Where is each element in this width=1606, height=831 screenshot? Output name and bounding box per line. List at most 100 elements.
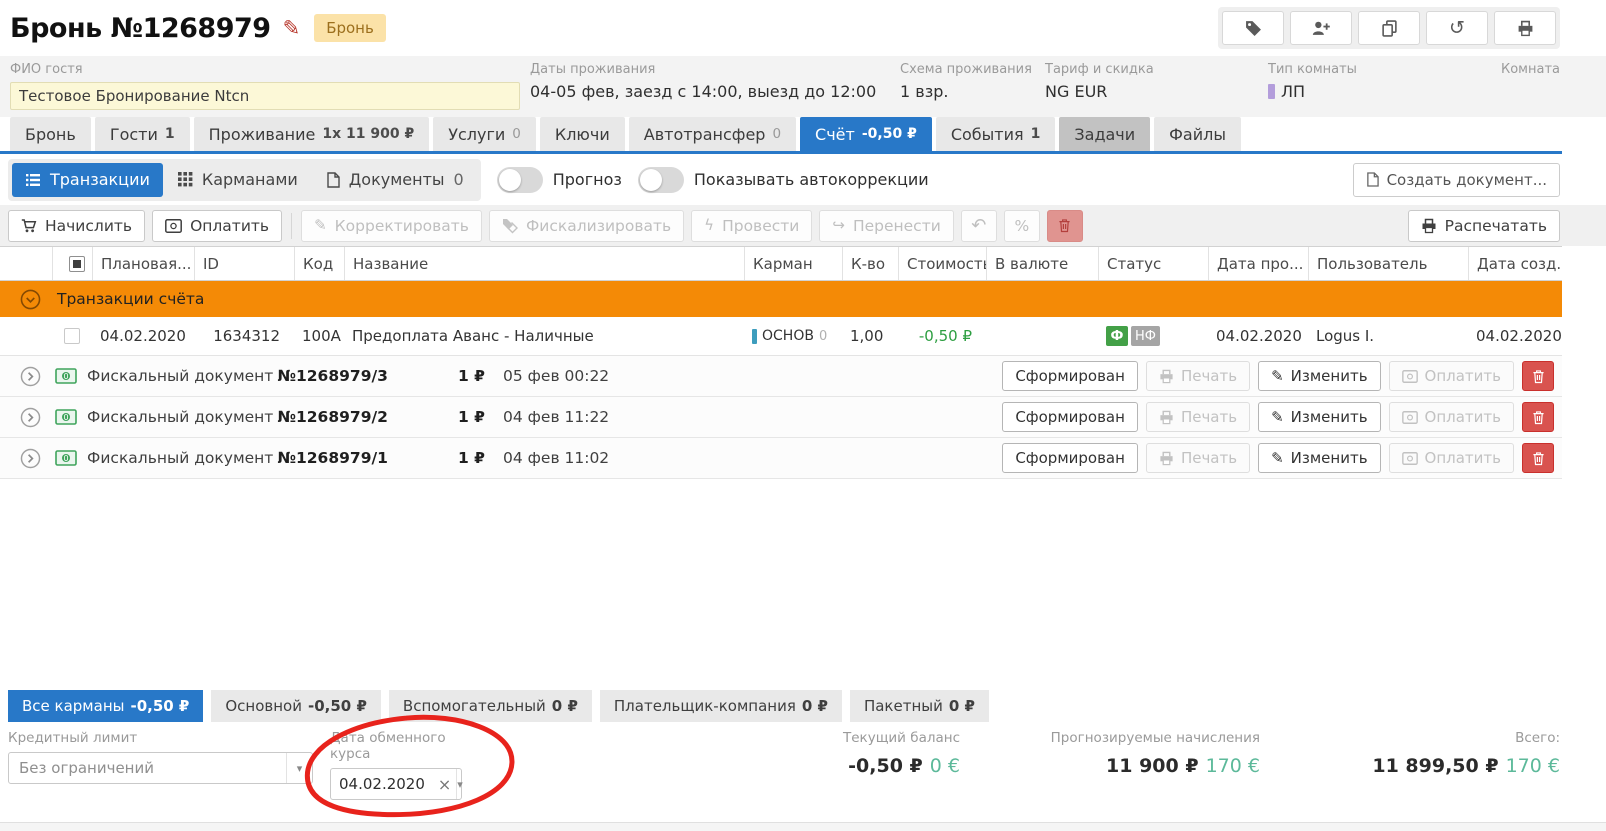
guest-name-input[interactable] [10, 82, 520, 110]
transaction-row[interactable]: 04.02.2020 1634312 100A Предоплата Аванс… [0, 317, 1562, 356]
pocket-tab-all[interactable]: Все карманы-0,50 ₽ [8, 690, 203, 722]
autocorrections-toggle[interactable] [638, 167, 684, 193]
print-doc-button[interactable]: Печать [1146, 361, 1250, 391]
add-guest-button[interactable] [1290, 11, 1352, 45]
percent-button[interactable]: % [1004, 210, 1040, 242]
pencil-icon: ✎ [1271, 367, 1284, 385]
expand-document-icon[interactable] [20, 407, 41, 428]
account-transactions-group-row[interactable]: Транзакции счёта [0, 281, 1562, 317]
expand-document-icon[interactable] [20, 366, 41, 387]
print-doc-button[interactable]: Печать [1146, 443, 1250, 473]
tab-account[interactable]: Счёт-0,50 ₽ [800, 117, 932, 151]
tab-keys[interactable]: Ключи [540, 117, 625, 151]
credit-limit-label: Кредитный лимит [8, 730, 313, 746]
column-code[interactable]: Код [294, 247, 344, 280]
select-all-checkbox[interactable] [52, 247, 92, 280]
column-qty[interactable]: К-во [842, 247, 898, 280]
column-id[interactable]: ID [194, 247, 294, 280]
cell-user: Logus I. [1308, 327, 1468, 345]
pocket-tab-auxiliary[interactable]: Вспомогательный0 ₽ [389, 690, 592, 722]
print-invoice-button[interactable]: Распечатать [1408, 210, 1560, 242]
fiscal-doc-number: №1268979/3 [277, 367, 388, 385]
delete-doc-button[interactable] [1522, 443, 1554, 473]
print-doc-button[interactable]: Печать [1146, 402, 1250, 432]
print-button[interactable] [1494, 11, 1556, 45]
total-label: Всего: [1290, 730, 1560, 746]
delete-doc-button[interactable] [1522, 361, 1554, 391]
column-pocket[interactable]: Карман [744, 247, 842, 280]
status-formed-button[interactable]: Сформирован [1002, 361, 1138, 391]
cell-code: 100A [294, 327, 344, 345]
column-created-date[interactable]: Дата созд... [1468, 247, 1562, 280]
charge-button[interactable]: Начислить [8, 210, 145, 242]
svg-text:0: 0 [63, 413, 68, 422]
printer-icon [1159, 451, 1174, 466]
current-balance-label: Текущий баланс [720, 730, 960, 746]
pay-doc-button[interactable]: Оплатить [1389, 402, 1514, 432]
edit-doc-button[interactable]: ✎Изменить [1258, 402, 1380, 432]
view-transactions-button[interactable]: Транзакции [12, 163, 163, 197]
copy-booking-button[interactable] [1358, 11, 1420, 45]
column-currency[interactable]: В валюте [986, 247, 1098, 280]
fiscalize-button[interactable]: Фискализировать [489, 210, 684, 242]
row-checkbox[interactable] [64, 328, 80, 344]
tab-events[interactable]: События1 [936, 117, 1056, 151]
exchange-rate-date-field[interactable]: 04.02.2020 × ▾ [330, 768, 462, 800]
column-planned-date[interactable]: Плановая... [92, 247, 194, 280]
pocket-tab-payer-company[interactable]: Плательщик-компания0 ₽ [600, 690, 842, 722]
chevron-down-icon[interactable]: ▾ [286, 753, 312, 783]
delete-doc-button[interactable] [1522, 402, 1554, 432]
chevron-down-icon[interactable]: ▾ [456, 769, 463, 799]
view-documents-button[interactable]: Документы0 [313, 163, 477, 197]
cell-name: Предоплата Аванс - Наличные [344, 327, 744, 345]
edit-title-icon[interactable]: ✎ [283, 16, 301, 40]
tab-autotransfer[interactable]: Автотрансфер0 [629, 117, 796, 151]
tab-services[interactable]: Услуги0 [433, 117, 536, 151]
column-cost[interactable]: Стоимость [898, 247, 986, 280]
clear-date-icon[interactable]: × [433, 775, 456, 794]
fiscal-doc-datetime: 04 фев 11:02 [503, 449, 609, 467]
account-summary-bar: Кредитный лимит Без ограничений ▾ Дата о… [0, 722, 1606, 822]
view-pockets-button[interactable]: Карманами [165, 163, 311, 197]
tags-icon [502, 218, 518, 234]
tab-files[interactable]: Файлы [1154, 117, 1241, 151]
collapse-group-icon[interactable] [20, 289, 41, 310]
booking-info-bar: ФИО гостя Даты проживания 04-05 фев, зае… [0, 56, 1606, 117]
forecast-toggle[interactable] [497, 167, 543, 193]
pencil-icon: ✎ [1271, 408, 1284, 426]
transfer-button[interactable]: ↪Перенести [819, 210, 953, 242]
tab-booking[interactable]: Бронь [10, 117, 91, 151]
edit-doc-button[interactable]: ✎Изменить [1258, 361, 1380, 391]
column-status[interactable]: Статус [1098, 247, 1208, 280]
pay-button[interactable]: Оплатить [152, 210, 282, 242]
tags-button[interactable] [1222, 11, 1284, 45]
pocket-tab-main[interactable]: Основной-0,50 ₽ [211, 690, 381, 722]
credit-limit-select[interactable]: Без ограничений ▾ [8, 752, 313, 784]
tab-guests[interactable]: Гости1 [95, 117, 190, 151]
column-user[interactable]: Пользователь [1308, 247, 1468, 280]
column-name[interactable]: Название [344, 247, 744, 280]
expand-document-icon[interactable] [20, 448, 41, 469]
history-button[interactable]: ↺ [1426, 11, 1488, 45]
tariff-label: Тариф и скидка [1045, 62, 1268, 77]
pocket-tab-package[interactable]: Пакетный0 ₽ [850, 690, 989, 722]
tab-stay[interactable]: Проживание1х 11 900 ₽ [194, 117, 430, 151]
svg-text:0: 0 [63, 372, 68, 381]
delete-transaction-button[interactable] [1047, 210, 1083, 242]
correct-button[interactable]: ✎Корректировать [301, 210, 482, 242]
status-formed-button[interactable]: Сформирован [1002, 443, 1138, 473]
cell-pocket-count: 0 [819, 329, 827, 344]
edit-doc-button[interactable]: ✎Изменить [1258, 443, 1380, 473]
banknote-icon [1402, 452, 1418, 465]
tab-tasks[interactable]: Задачи [1059, 117, 1150, 151]
occupancy-value: 1 взр. [900, 82, 1045, 101]
column-posted-date[interactable]: Дата про... [1208, 247, 1308, 280]
forecast-charges-eur: 170 € [1206, 755, 1260, 777]
undo-button[interactable]: ↶ [961, 210, 997, 242]
pay-doc-button[interactable]: Оплатить [1389, 361, 1514, 391]
post-button[interactable]: ϟПровести [691, 210, 812, 242]
pay-doc-button[interactable]: Оплатить [1389, 443, 1514, 473]
divider [291, 213, 292, 239]
create-document-button[interactable]: Создать документ... [1353, 163, 1560, 197]
status-formed-button[interactable]: Сформирован [1002, 402, 1138, 432]
